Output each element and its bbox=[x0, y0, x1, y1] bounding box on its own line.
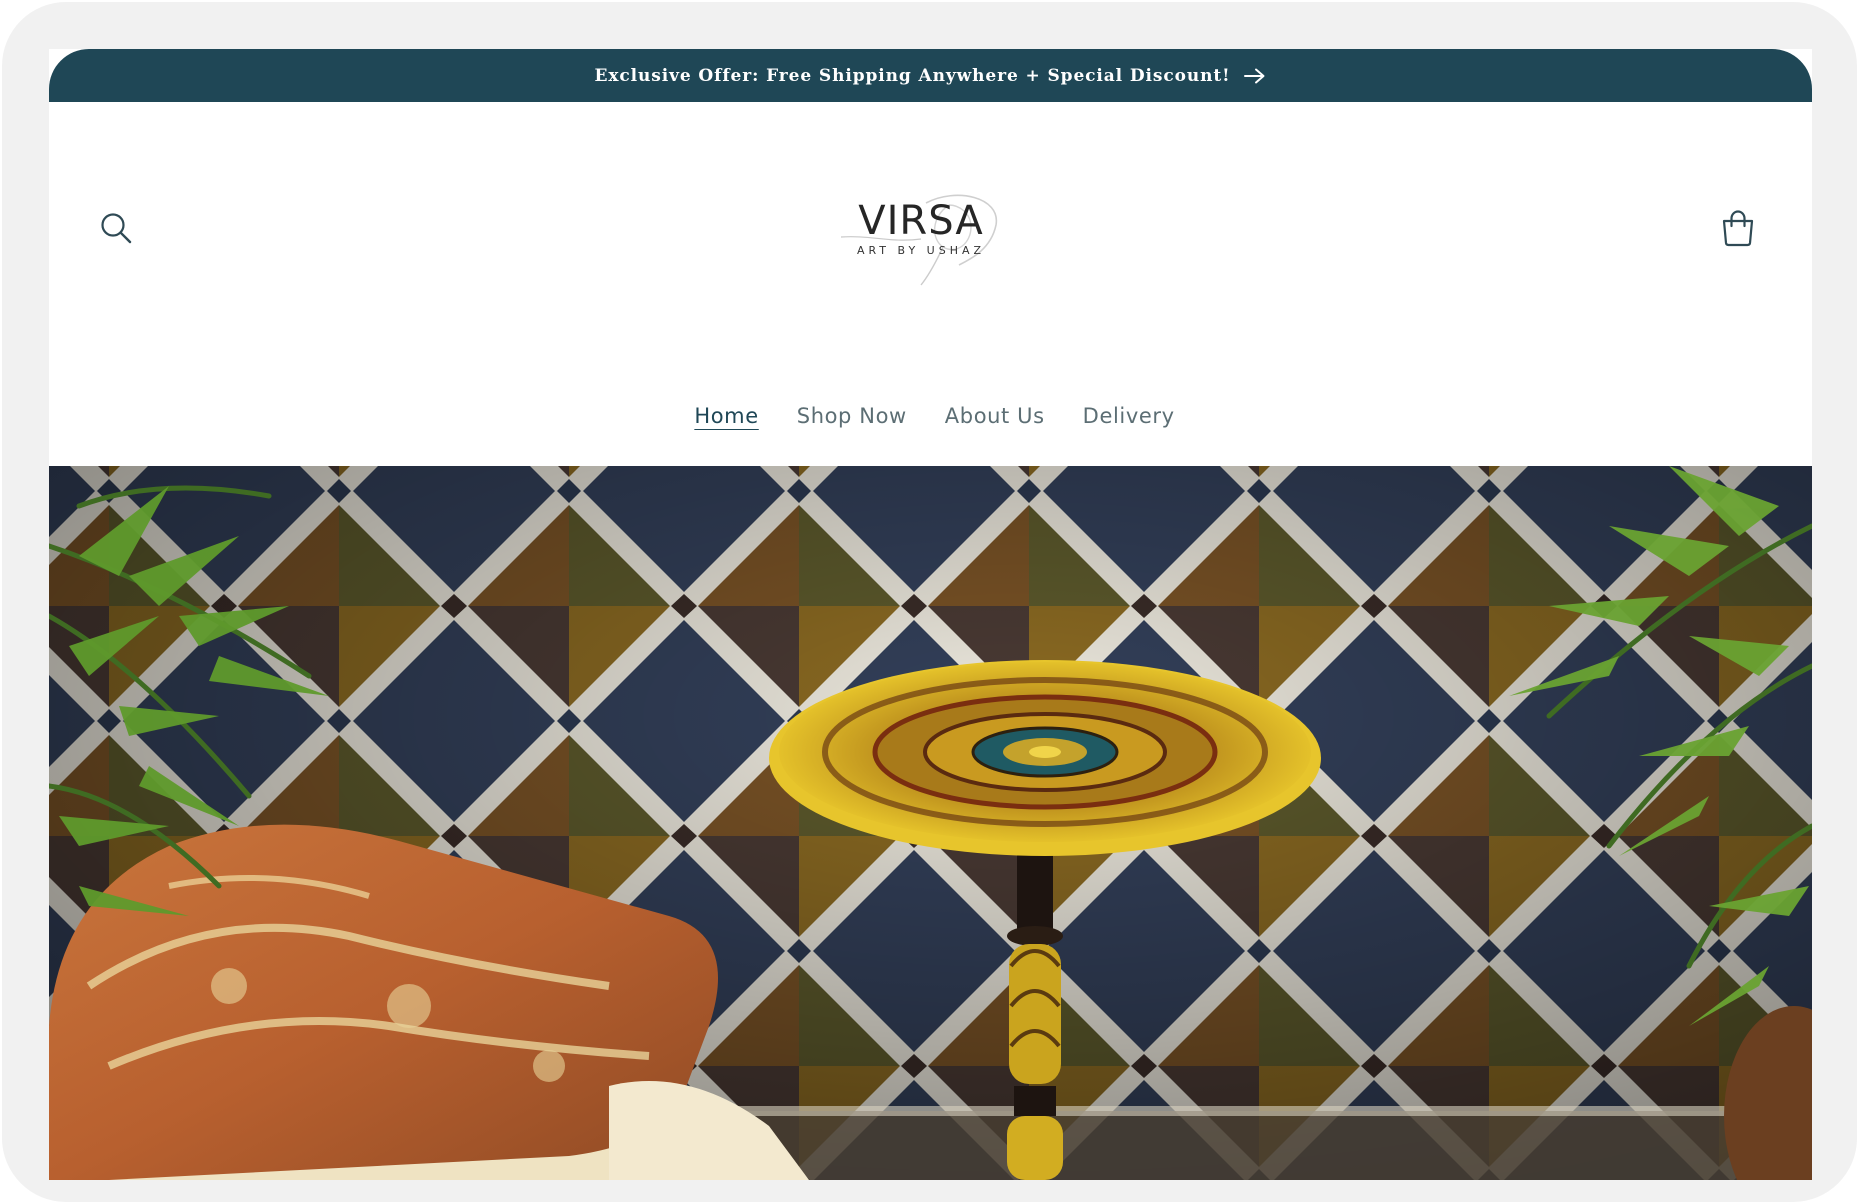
announcement-bar[interactable]: Exclusive Offer: Free Shipping Anywhere … bbox=[49, 49, 1812, 102]
site-header: VIRSA ART BY USHAZ Home Shop Now About U… bbox=[49, 102, 1812, 466]
nav-item-delivery[interactable]: Delivery bbox=[1083, 403, 1175, 429]
logo-tagline: ART BY USHAZ bbox=[856, 244, 986, 257]
device-frame: Exclusive Offer: Free Shipping Anywhere … bbox=[2, 2, 1857, 1202]
search-icon[interactable] bbox=[99, 211, 133, 245]
announcement-text[interactable]: Exclusive Offer: Free Shipping Anywhere … bbox=[595, 66, 1231, 86]
logo-wordmark: VIRSA bbox=[858, 198, 984, 244]
nav-item-about-us[interactable]: About Us bbox=[945, 403, 1045, 429]
browser-viewport: Exclusive Offer: Free Shipping Anywhere … bbox=[49, 49, 1812, 1180]
hero-banner-image[interactable] bbox=[49, 466, 1812, 1180]
arrow-right-icon[interactable] bbox=[1244, 68, 1266, 84]
brand-logo[interactable]: VIRSA ART BY USHAZ bbox=[831, 177, 1011, 292]
nav-item-home[interactable]: Home bbox=[694, 403, 758, 429]
hero-scene bbox=[49, 466, 1812, 1180]
cart-icon[interactable] bbox=[1720, 209, 1756, 247]
main-navigation: Home Shop Now About Us Delivery bbox=[49, 403, 1812, 429]
nav-item-shop-now[interactable]: Shop Now bbox=[797, 403, 907, 429]
